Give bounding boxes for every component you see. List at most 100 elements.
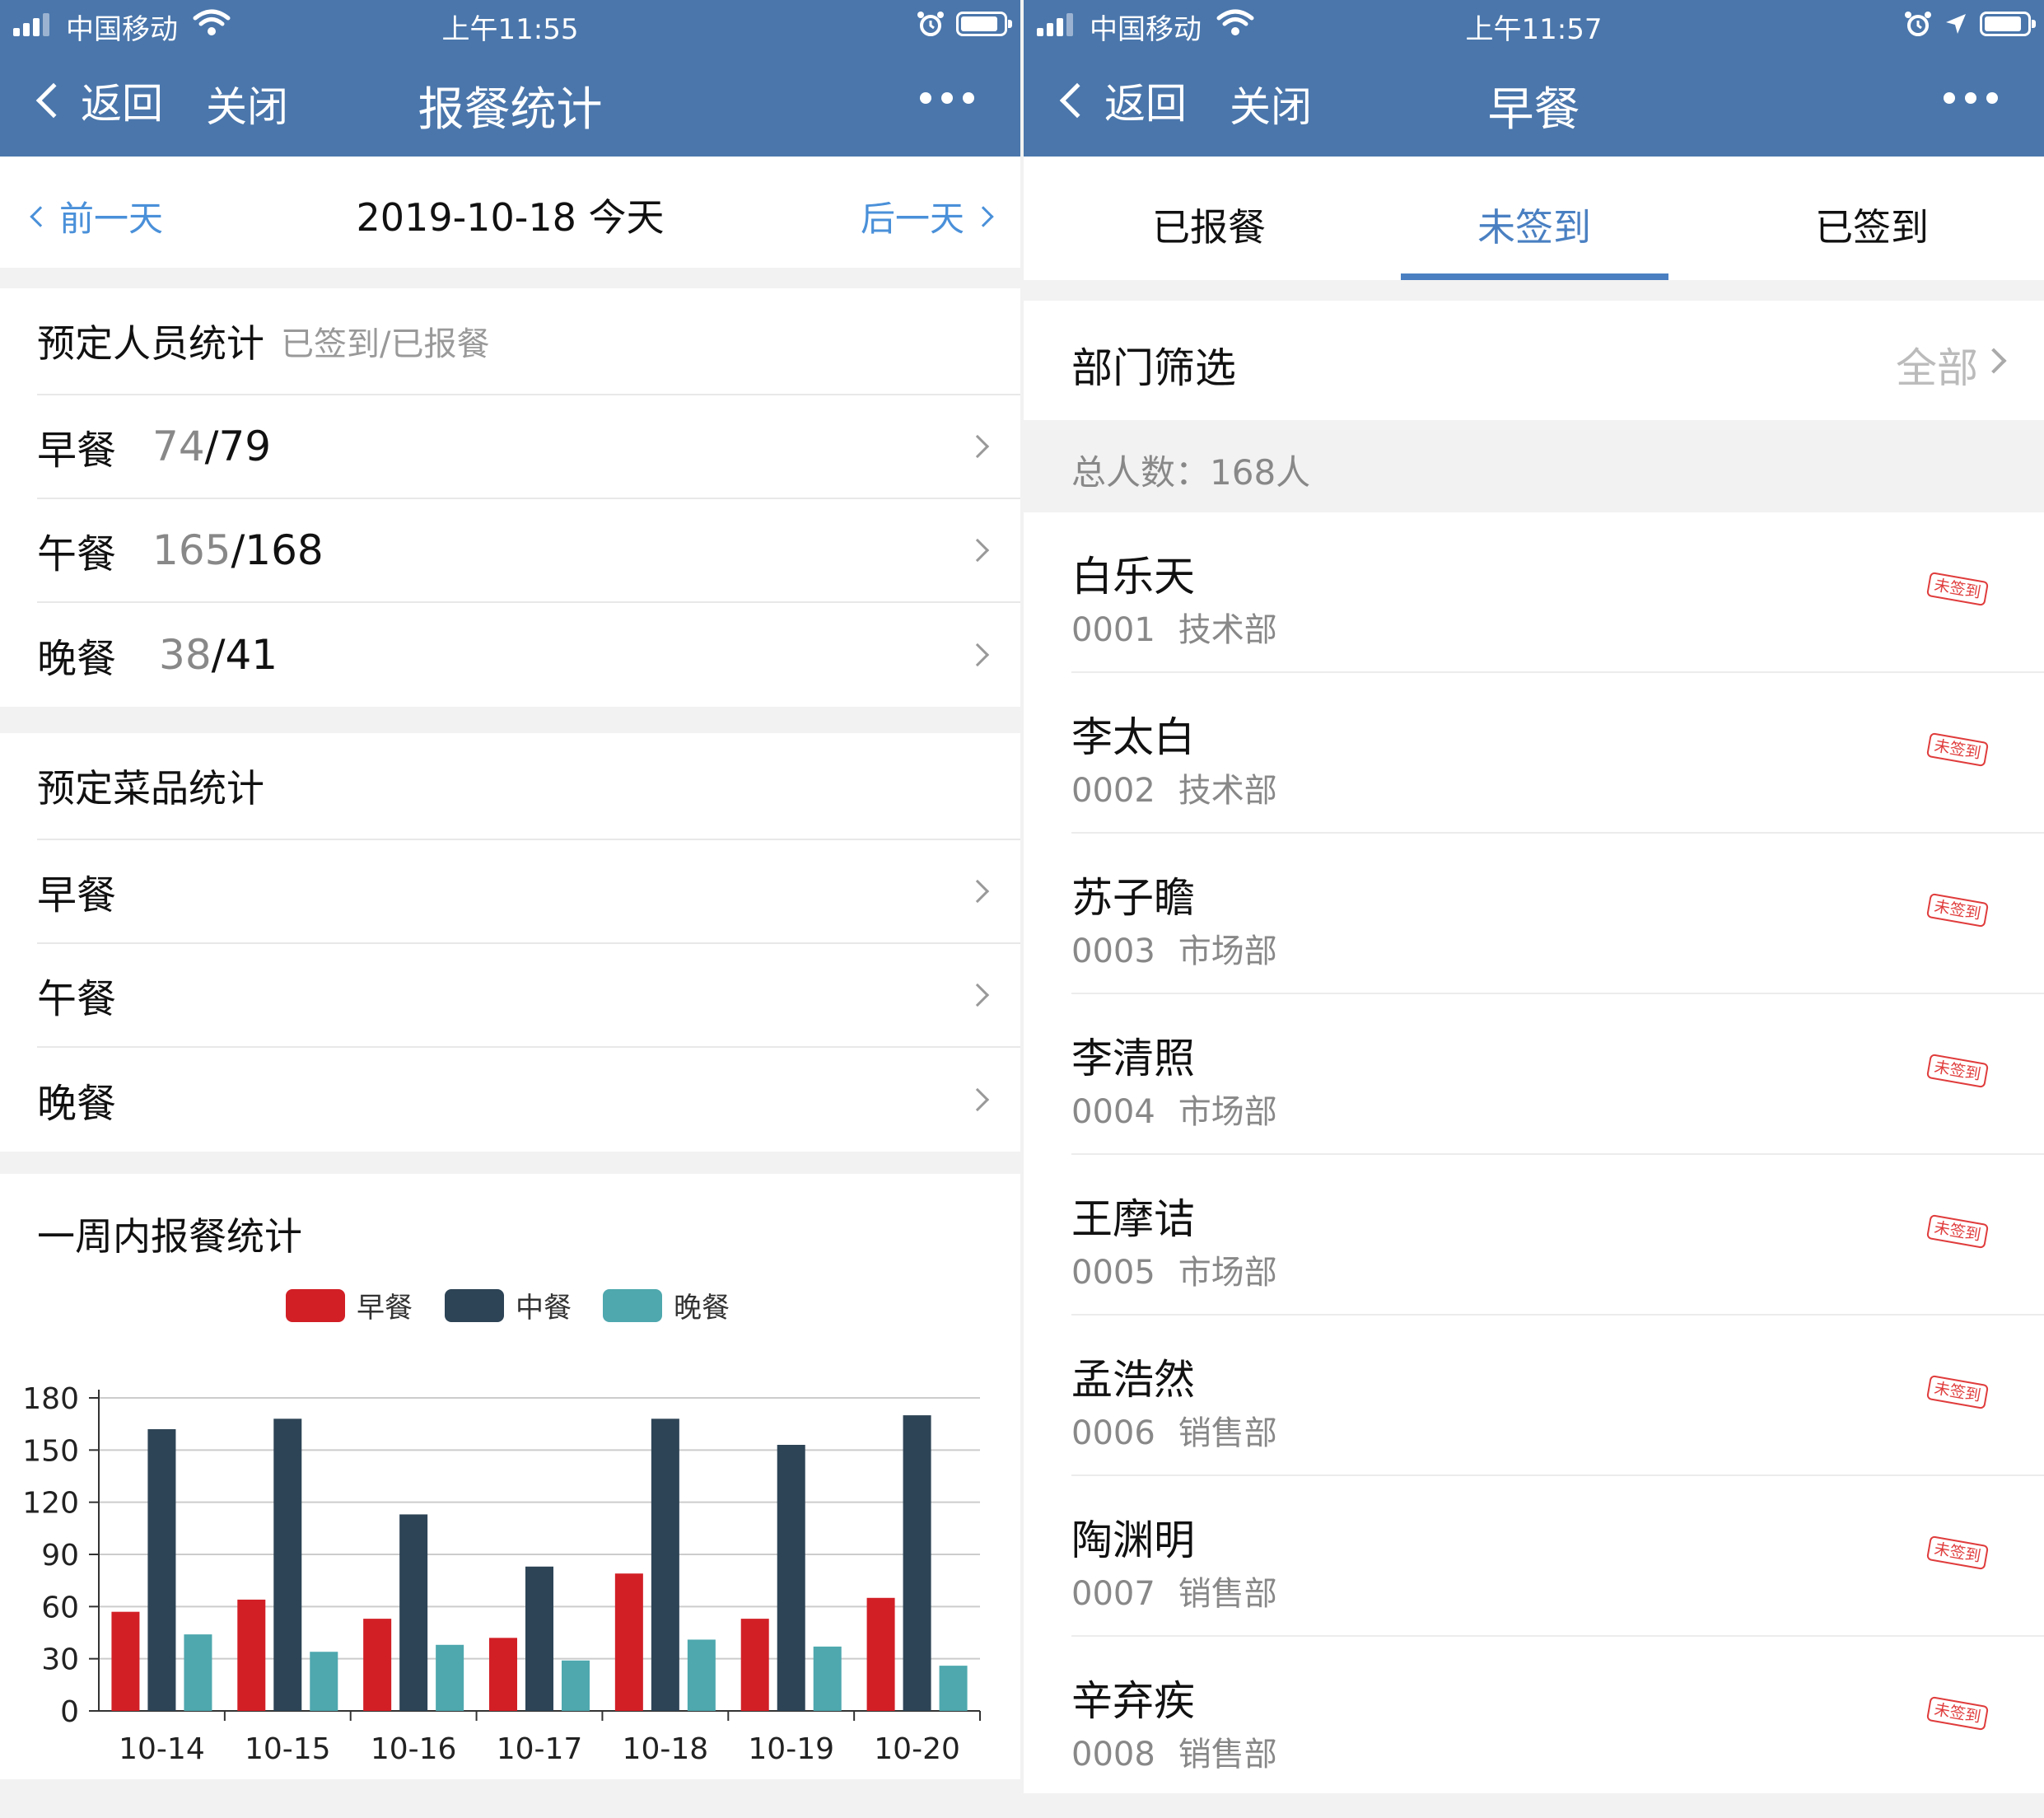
location-arrow-icon bbox=[1946, 14, 1966, 34]
tab-signed[interactable]: 已签到 bbox=[1736, 198, 2008, 252]
right-phone-screen: 中国移动 上午11:57 返回 关闭 早餐 已报餐 未签到 已签到 部门筛选 全… bbox=[1024, 0, 2044, 1818]
weekly-chart-card: 一周内报餐统计 bbox=[0, 1174, 1020, 1779]
person-id: 0007 bbox=[1071, 1575, 1155, 1613]
person-meta: 0007 销售部 bbox=[1071, 1567, 1277, 1615]
person-meta: 0005 市场部 bbox=[1071, 1245, 1277, 1293]
battery-icon bbox=[956, 12, 1012, 36]
not-signed-stamp: 未签到 bbox=[1925, 1374, 1990, 1410]
filter-value: 全部 bbox=[1896, 344, 1978, 392]
active-tab-indicator bbox=[1401, 273, 1668, 280]
list-item[interactable]: 陶渊明 0007 销售部 未签到 bbox=[1071, 1476, 2044, 1637]
not-signed-stamp: 未签到 bbox=[1925, 1053, 1990, 1089]
person-id: 0002 bbox=[1071, 772, 1155, 810]
person-id: 0005 bbox=[1071, 1254, 1155, 1292]
person-name: 辛弃疾 bbox=[1071, 1677, 1195, 1725]
list-item[interactable]: 孟浩然 0006 销售部 未签到 bbox=[1071, 1316, 2044, 1476]
dish-row-dinner[interactable]: 晚餐 bbox=[37, 1048, 1020, 1152]
page-title: 报餐统计 bbox=[418, 83, 603, 137]
list-item[interactable]: 王摩诘 0005 市场部 未签到 bbox=[1071, 1155, 2044, 1316]
dish-row-breakfast[interactable]: 早餐 bbox=[37, 840, 1020, 944]
chevron-right-icon bbox=[965, 538, 990, 563]
department-filter[interactable]: 部门筛选 全部 bbox=[1024, 301, 2044, 420]
people-list: 白乐天 0001 技术部 未签到 李太白 0002 技术部 未签到 苏子瞻 0003 市场部 未签到李… bbox=[1024, 512, 2044, 1793]
person-id: 0006 bbox=[1071, 1414, 1155, 1452]
not-signed-stamp: 未签到 bbox=[1925, 731, 1990, 768]
total-count: 总人数：168人 bbox=[1071, 452, 1311, 493]
list-item[interactable]: 白乐天 0001 技术部 未签到 bbox=[1071, 512, 2044, 673]
person-name: 苏子瞻 bbox=[1071, 874, 1195, 922]
chevron-right-icon bbox=[1981, 348, 2007, 374]
person-dept: 市场部 bbox=[1178, 1093, 1277, 1131]
not-signed-stamp: 未签到 bbox=[1925, 1695, 1990, 1732]
person-dept: 市场部 bbox=[1178, 932, 1277, 970]
chevron-right-icon bbox=[965, 643, 990, 667]
person-id: 0008 bbox=[1071, 1736, 1155, 1774]
person-dept: 市场部 bbox=[1178, 1254, 1277, 1292]
staff-row-breakfast[interactable]: 早餐 74/79 bbox=[37, 395, 1020, 499]
person-id: 0004 bbox=[1071, 1093, 1155, 1131]
person-meta: 0008 销售部 bbox=[1071, 1727, 1277, 1775]
chevron-right-icon bbox=[973, 205, 994, 227]
staff-row-dinner[interactable]: 晚餐 38/41 bbox=[37, 603, 1020, 707]
list-item[interactable]: 苏子瞻 0003 市场部 未签到 bbox=[1071, 834, 2044, 994]
not-signed-stamp: 未签到 bbox=[1925, 1213, 1990, 1250]
person-name: 王摩诘 bbox=[1071, 1195, 1195, 1243]
nav-bar: 中国移动 上午11:55 返回 关闭 报餐统计 bbox=[0, 0, 1020, 157]
legend-item-lunch[interactable]: 中餐 bbox=[445, 1285, 572, 1325]
status-bar: 中国移动 上午11:55 bbox=[0, 0, 1020, 48]
next-day-button[interactable]: 后一天 bbox=[861, 191, 994, 241]
staff-stats-header: 预定人员统计 已签到/已报餐 bbox=[37, 288, 1020, 395]
tab-bar: 已报餐 未签到 已签到 bbox=[1024, 157, 2044, 280]
battery-icon bbox=[1980, 12, 2036, 36]
chevron-right-icon bbox=[965, 879, 990, 904]
not-signed-stamp: 未签到 bbox=[1925, 571, 1990, 607]
person-id: 0003 bbox=[1071, 932, 1155, 970]
legend-item-dinner[interactable]: 晚餐 bbox=[603, 1285, 730, 1325]
person-meta: 0004 市场部 bbox=[1071, 1085, 1277, 1133]
chevron-right-icon bbox=[965, 983, 990, 1007]
legend-item-breakfast[interactable]: 早餐 bbox=[286, 1285, 413, 1325]
list-item[interactable]: 辛弃疾 0008 销售部 未签到 bbox=[1071, 1637, 2044, 1797]
person-name: 白乐天 bbox=[1071, 553, 1195, 601]
tab-not-signed[interactable]: 未签到 bbox=[1398, 198, 1670, 252]
staff-row-lunch[interactable]: 午餐 165/168 bbox=[37, 499, 1020, 603]
staff-stats-card: 预定人员统计 已签到/已报餐 早餐 74/79 午餐 165/168 晚餐 38… bbox=[0, 288, 1020, 707]
chart-title: 一周内报餐统计 bbox=[37, 1214, 302, 1259]
person-meta: 0006 销售部 bbox=[1071, 1406, 1277, 1454]
more-icon[interactable] bbox=[1944, 92, 1998, 104]
person-meta: 0001 技术部 bbox=[1071, 603, 1277, 651]
list-item[interactable]: 李清照 0004 市场部 未签到 bbox=[1071, 994, 2044, 1155]
dish-stats-card: 预定菜品统计 早餐 午餐 晚餐 bbox=[0, 733, 1020, 1152]
person-meta: 0003 市场部 bbox=[1071, 924, 1277, 972]
tab-ordered[interactable]: 已报餐 bbox=[1073, 198, 1345, 252]
page-title: 早餐 bbox=[1487, 83, 1580, 137]
date-bar: 前一天 2019-10-18 今天 后一天 bbox=[0, 157, 1020, 268]
left-phone-screen: 中国移动 上午11:55 返回 关闭 报餐统计 前一天 2019-10-18 今… bbox=[0, 0, 1020, 1818]
person-dept: 销售部 bbox=[1178, 1736, 1277, 1774]
not-signed-stamp: 未签到 bbox=[1925, 892, 1990, 928]
person-dept: 销售部 bbox=[1178, 1575, 1277, 1613]
status-time: 上午11:57 bbox=[1465, 13, 1603, 46]
person-name: 孟浩然 bbox=[1071, 1356, 1195, 1404]
person-name: 陶渊明 bbox=[1071, 1517, 1195, 1564]
person-name: 李清照 bbox=[1071, 1035, 1195, 1082]
chevron-right-icon bbox=[965, 1087, 990, 1112]
status-bar: 中国移动 上午11:57 bbox=[1024, 0, 2044, 48]
person-dept: 技术部 bbox=[1178, 611, 1277, 649]
filter-label: 部门筛选 bbox=[1071, 344, 1236, 392]
status-time: 上午11:55 bbox=[441, 13, 579, 46]
alarm-icon bbox=[917, 12, 944, 36]
person-name: 李太白 bbox=[1071, 713, 1195, 761]
person-dept: 销售部 bbox=[1178, 1414, 1277, 1452]
person-meta: 0002 技术部 bbox=[1071, 764, 1277, 811]
dish-stats-header: 预定菜品统计 bbox=[37, 733, 1020, 840]
not-signed-stamp: 未签到 bbox=[1925, 1535, 1990, 1571]
list-item[interactable]: 李太白 0002 技术部 未签到 bbox=[1071, 673, 2044, 834]
person-dept: 技术部 bbox=[1178, 772, 1277, 810]
more-icon[interactable] bbox=[920, 92, 974, 104]
dish-row-lunch[interactable]: 午餐 bbox=[37, 944, 1020, 1048]
alarm-icon bbox=[1905, 12, 1931, 36]
person-id: 0001 bbox=[1071, 611, 1155, 649]
chevron-right-icon bbox=[965, 434, 990, 459]
nav-bar: 中国移动 上午11:57 返回 关闭 早餐 bbox=[1024, 0, 2044, 157]
